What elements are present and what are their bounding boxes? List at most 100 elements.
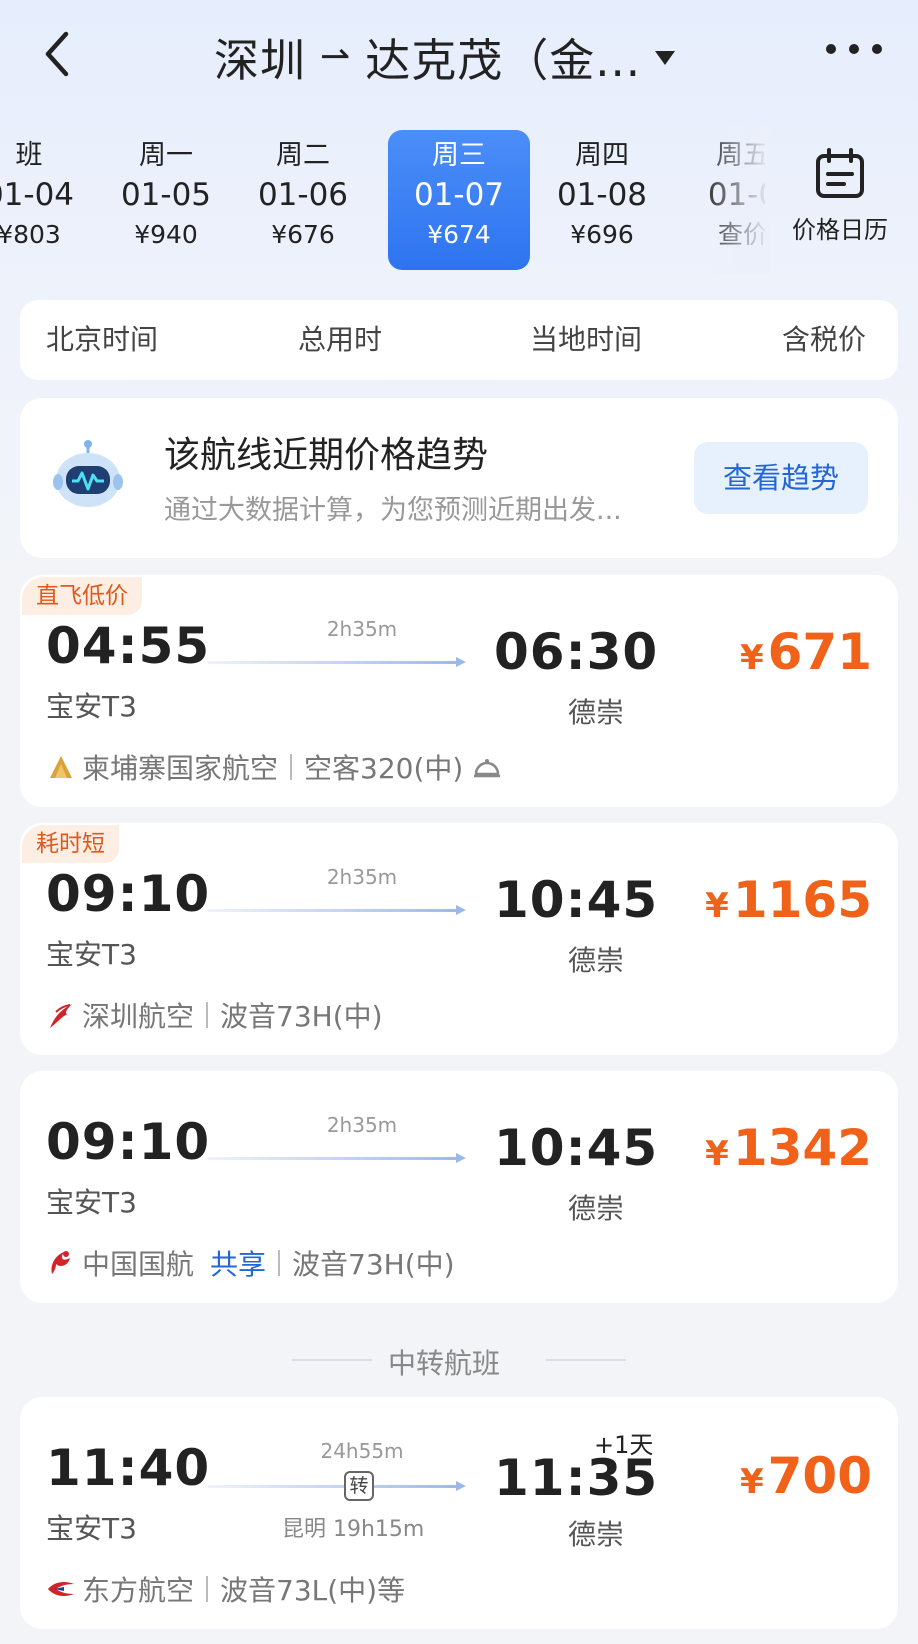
price-calendar-button[interactable]: 价格日历 xyxy=(780,148,900,258)
flight-duration: 2h35m xyxy=(326,865,398,889)
date-tab-selected[interactable]: 周三 01-07 ¥674 xyxy=(388,130,530,270)
more-dot-icon xyxy=(872,44,882,54)
departure-airport: 宝安T3 xyxy=(46,938,137,971)
flight-card[interactable]: 直飞低价 04:55 2h35m 06:30 ¥671 宝安T3 德崇 柬埔寨国… xyxy=(20,575,898,807)
sort-total-duration[interactable]: 总用时 xyxy=(298,318,382,362)
aircraft-type: 波音73L(中)等 xyxy=(220,1574,406,1607)
aircraft-type: 波音73H(中) xyxy=(220,1000,383,1033)
date-strip: 班 01-04 ¥803 周一 01-05 ¥940 周二 01-06 ¥676… xyxy=(0,124,765,274)
date-price: ¥696 xyxy=(570,220,634,249)
currency-symbol: ¥ xyxy=(739,638,764,678)
transfer-mark: 转 xyxy=(344,1471,374,1501)
date-strip-fade xyxy=(700,124,770,274)
flight-card[interactable]: 09:10 2h35m 10:45 ¥1342 宝安T3 德崇 中国国航 共享 … xyxy=(20,1071,898,1303)
route-selector[interactable]: 深圳 ⇀ 达克茂（金... xyxy=(214,24,694,88)
sort-tax-price[interactable]: 含税价 xyxy=(782,318,866,362)
flight-path-line xyxy=(208,657,466,667)
top-bar: 深圳 ⇀ 达克茂（金... xyxy=(0,0,918,110)
route-arrow-icon: ⇀ xyxy=(320,35,352,77)
airline-info: 东方航空 波音73L(中)等 xyxy=(46,1569,405,1609)
price-value: 700 xyxy=(767,1447,872,1505)
route-destination: 达克茂（金... xyxy=(365,33,642,87)
arrival-airport: 德崇 xyxy=(568,696,625,729)
flight-path-line xyxy=(208,1153,466,1163)
flight-price: ¥1342 xyxy=(705,1119,872,1177)
date-price: ¥674 xyxy=(427,220,491,249)
calendar-icon xyxy=(816,148,864,198)
flight-path-line xyxy=(208,1481,466,1491)
price-trend-card: 该航线近期价格趋势 通过大数据计算，为您预测近期出发... 查看趋势 xyxy=(20,398,898,558)
departure-time: 11:40 xyxy=(46,1439,211,1497)
airline-name: 中国国航 xyxy=(82,1248,195,1281)
airline-info: 深圳航空 波音73H(中) xyxy=(46,995,383,1035)
arrival-airport: 德崇 xyxy=(568,944,625,977)
aircraft-type: 空客320(中) xyxy=(304,752,464,785)
airline-info: 中国国航 共享 波音73H(中) xyxy=(46,1243,455,1283)
more-button[interactable] xyxy=(826,44,882,62)
departure-time: 04:55 xyxy=(46,617,211,675)
air-china-logo-icon xyxy=(51,1251,70,1274)
departure-airport: 宝安T3 xyxy=(46,1512,137,1545)
cambodia-angkor-air-logo-icon xyxy=(50,756,72,778)
transfer-section-divider: 中转航班 xyxy=(0,1340,918,1380)
stopover-info: 昆明 19h15m xyxy=(282,1517,425,1542)
flight-path-line xyxy=(208,905,466,915)
arrival-airport: 德崇 xyxy=(568,1518,625,1551)
flight-price: ¥671 xyxy=(740,623,872,681)
transfer-section-label: 中转航班 xyxy=(388,1347,501,1380)
departure-time: 09:10 xyxy=(46,1113,211,1171)
flight-duration: 2h35m xyxy=(326,1113,398,1137)
date-value: 01-05 xyxy=(120,177,212,213)
sort-bar: 北京时间 总用时 当地时间 含税价 xyxy=(20,300,898,380)
divider-line xyxy=(292,1359,372,1361)
price-value: 671 xyxy=(767,623,872,681)
airline-name: 东方航空 xyxy=(82,1574,195,1607)
meal-icon xyxy=(474,759,501,778)
more-dot-icon xyxy=(826,44,836,54)
divider xyxy=(206,1002,209,1028)
flight-price: ¥700 xyxy=(740,1447,872,1505)
date-tab[interactable]: 周四 01-08 ¥696 xyxy=(531,130,673,270)
more-dot-icon xyxy=(849,44,859,54)
currency-symbol: ¥ xyxy=(705,1134,729,1174)
date-weekday: 周四 xyxy=(575,140,629,171)
arrival-airport: 德崇 xyxy=(568,1192,625,1225)
flight-duration: 24h55m xyxy=(320,1439,404,1463)
date-tab[interactable]: 周一 01-05 ¥940 xyxy=(95,130,237,270)
transfer-flight-card[interactable]: 11:40 24h55m 转 昆明 19h15m +1天 11:35 ¥700 … xyxy=(20,1397,898,1629)
price-value: 1165 xyxy=(732,871,872,929)
flight-price: ¥1165 xyxy=(705,871,872,929)
price-calendar-label: 价格日历 xyxy=(792,216,888,244)
price-value: 1342 xyxy=(732,1119,872,1177)
flight-tag: 直飞低价 xyxy=(22,577,142,615)
currency-symbol: ¥ xyxy=(739,1462,764,1502)
sort-local-time[interactable]: 当地时间 xyxy=(530,318,642,362)
date-price: ¥940 xyxy=(134,220,198,249)
airline-info: 柬埔寨国家航空 空客320(中) xyxy=(46,747,501,787)
sort-beijing-time[interactable]: 北京时间 xyxy=(46,318,158,362)
date-tab[interactable]: 周二 01-06 ¥676 xyxy=(232,130,374,270)
view-trend-button[interactable]: 查看趋势 xyxy=(694,442,868,514)
flight-card[interactable]: 耗时短 09:10 2h35m 10:45 ¥1165 宝安T3 德崇 深圳航空… xyxy=(20,823,898,1055)
date-weekday: 周一 xyxy=(139,140,193,171)
back-button[interactable] xyxy=(38,28,78,80)
departure-airport: 宝安T3 xyxy=(46,690,137,723)
trend-title: 该航线近期价格趋势 xyxy=(164,435,489,476)
robot-icon xyxy=(53,440,123,507)
arrival-time: 10:45 xyxy=(494,871,659,929)
divider xyxy=(290,754,293,780)
departure-time: 09:10 xyxy=(46,865,211,923)
flight-tag: 耗时短 xyxy=(22,825,119,863)
divider-line xyxy=(546,1359,626,1361)
date-price: ¥803 xyxy=(0,220,61,249)
date-value: 01-08 xyxy=(556,177,648,213)
date-tab[interactable]: 班 01-04 ¥803 xyxy=(0,130,100,270)
arrival-time: 11:35 xyxy=(494,1449,659,1507)
date-weekday: 班 xyxy=(15,140,43,171)
trend-subtitle: 通过大数据计算，为您预测近期出发... xyxy=(164,495,622,526)
arrival-time: 10:45 xyxy=(494,1119,659,1177)
date-value: 01-04 xyxy=(0,177,75,213)
route-origin: 深圳 xyxy=(214,33,307,87)
shenzhen-airlines-logo-icon xyxy=(50,1004,72,1028)
divider xyxy=(206,1576,209,1602)
